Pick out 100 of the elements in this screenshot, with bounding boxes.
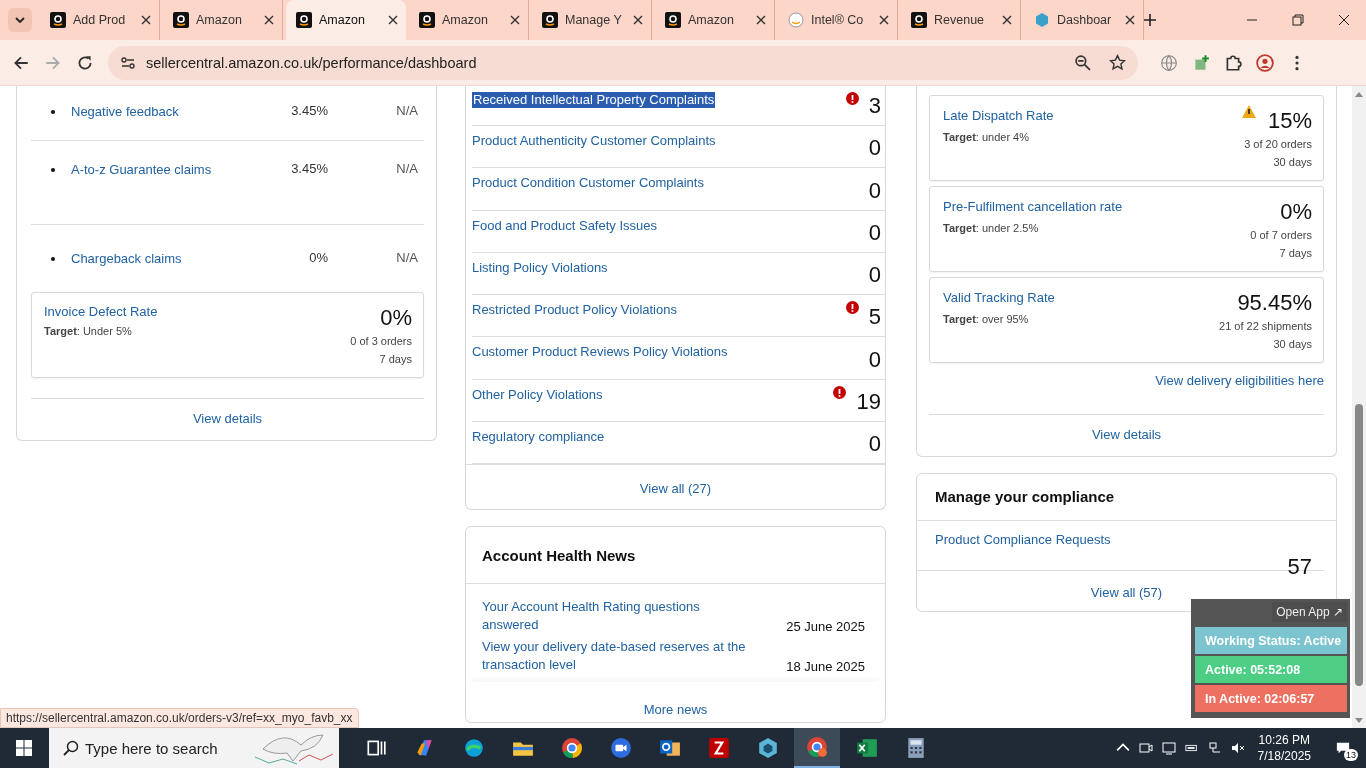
notifications-button[interactable]: 13 [1328,733,1358,763]
close-icon[interactable] [1125,15,1135,25]
metric-value: 3.45% [290,103,329,118]
scrollbar-thumb[interactable] [1355,404,1363,686]
news-link[interactable]: Your Account Health Rating questions answered [482,598,752,635]
edge-icon[interactable] [462,737,485,759]
violation-count: 5 [868,304,881,331]
display-icon[interactable] [1161,741,1176,755]
metric-link[interactable]: Pre-Fulfilment cancellation rate [943,198,1123,216]
metric-link[interactable]: Negative feedback [71,103,215,121]
view-details-link[interactable]: View details [1091,427,1162,442]
close-icon[interactable] [264,15,274,25]
view-details-link[interactable]: View details [192,411,263,426]
delivery-eligibility-link[interactable]: View delivery eligibilities here [1155,373,1324,388]
view-all-link[interactable]: View all (27) [639,481,712,497]
tab-list-button[interactable] [8,8,32,32]
policy-link[interactable]: Food and Product Safety Issues [472,217,657,234]
more-news-link[interactable]: More news [643,702,708,718]
search-icon [63,740,79,756]
policy-link[interactable]: Customer Product Reviews Policy Violations [472,344,728,361]
close-icon[interactable] [510,15,520,25]
target-text: Target: under 4% [943,131,1030,143]
metric-target: N/A [395,103,418,118]
zoom-icon[interactable] [1074,54,1091,71]
metric-link[interactable]: Late Dispatch Rate [943,107,1123,125]
restore-icon[interactable] [1292,14,1304,26]
policy-link[interactable]: Restricted Product Policy Violations [472,302,677,319]
windows-start-icon[interactable] [16,740,32,756]
amazon-icon [173,12,189,28]
status-row: In Active: 02:06:57 [1195,685,1347,712]
status-row: Working Status: Active [1195,627,1347,654]
target-text: Target: over 95% [943,313,1030,325]
chrome-icon [806,736,828,758]
browser-tab[interactable]: Amazon [286,0,406,40]
open-app-button[interactable]: Open App ↗ [1272,602,1347,622]
policy-link[interactable]: Received Intellectual Property Complaints [472,92,716,108]
mute-icon[interactable] [1230,741,1245,755]
metric-link[interactable]: Chargeback claims [71,250,215,268]
close-icon[interactable] [388,15,398,25]
metric-value: 0% [308,250,329,265]
reload-icon[interactable] [76,53,94,72]
policy-link[interactable]: Product Authenticity Customer Complaints [472,133,716,149]
new-tab-icon[interactable] [1143,13,1157,27]
amazon-icon [911,12,927,28]
metric-value: 95.45% [1237,289,1312,317]
bullet-icon [51,110,55,114]
outlook-icon[interactable] [658,737,681,759]
violation-count: 0 [868,262,881,289]
zoom-app-icon[interactable] [609,737,632,759]
order-count: 0 of 3 orders [350,334,412,349]
violation-count: 0 [868,177,881,204]
close-icon[interactable] [141,15,151,25]
policy-link[interactable]: Regulatory compliance [472,429,605,446]
close-icon[interactable] [756,15,766,25]
order-count: 3 of 20 orders [1244,137,1312,152]
status-url: https://sellercentral.amazon.co.uk/orders-v3/ref=xx_myo_favb_xx [0,708,359,728]
excel-icon[interactable] [855,737,878,759]
close-icon[interactable] [633,15,643,25]
close-icon[interactable] [1338,14,1350,26]
address-bar[interactable]: sellercentral.amazon.co.uk/performance/dashboard [108,45,1138,80]
order-count: 0 of 7 orders [1250,228,1312,243]
violation-count: 0 [868,431,881,458]
profile-icon[interactable] [1256,53,1274,72]
scrollbar[interactable] [1352,86,1366,728]
policy-link[interactable]: Product Condition Customer Complaints [472,175,704,192]
metric-target: N/A [395,161,418,176]
camera-icon[interactable] [1138,741,1153,755]
policy-link[interactable]: Listing Policy Violations [472,259,608,276]
clock-date: 7/18/2025 [1257,748,1311,764]
chrome-profile-taskbar-button[interactable] [794,728,840,768]
notification-count: 13 [1344,749,1358,761]
metric-value: 3.45% [290,161,329,176]
site-settings-icon[interactable] [120,54,136,71]
metric-value: 0% [1280,198,1312,226]
compliance-link[interactable]: Product Compliance Requests [935,532,1111,570]
star-icon[interactable] [1109,54,1126,71]
view-all-link[interactable]: View all (57) [1090,585,1163,600]
filezilla-icon[interactable] [707,737,730,759]
bullet-icon [51,168,55,172]
chrome-icon[interactable] [560,737,583,759]
close-icon[interactable] [879,15,889,25]
extensions-icon[interactable] [1224,53,1242,72]
metric-link[interactable]: Valid Tracking Rate [943,289,1123,307]
policy-link[interactable]: Other Policy Violations [472,386,603,403]
news-link[interactable]: View your delivery date-based reserves at the transaction level [482,638,752,675]
hexagon-icon[interactable] [756,737,779,759]
puzzle-plus-icon[interactable] [1192,53,1210,72]
hexagon-icon [1034,12,1050,28]
metric-link[interactable]: A-to-z Guarantee claims [71,161,215,179]
period-text: 7 days [379,352,412,367]
metric-value: 0% [380,304,412,332]
network-icon[interactable] [1207,741,1222,755]
metric-link[interactable]: Invoice Defect Rate [44,304,158,319]
amazon-icon [419,12,435,28]
metric-value: 15% [1267,107,1312,135]
close-icon[interactable] [1002,15,1012,25]
taskbar-search-field[interactable]: Type here to search [85,739,235,757]
status-row: Active: 05:52:08 [1195,656,1347,683]
amazon-icon [542,12,558,28]
news-date: 25 June 2025 [786,619,865,635]
